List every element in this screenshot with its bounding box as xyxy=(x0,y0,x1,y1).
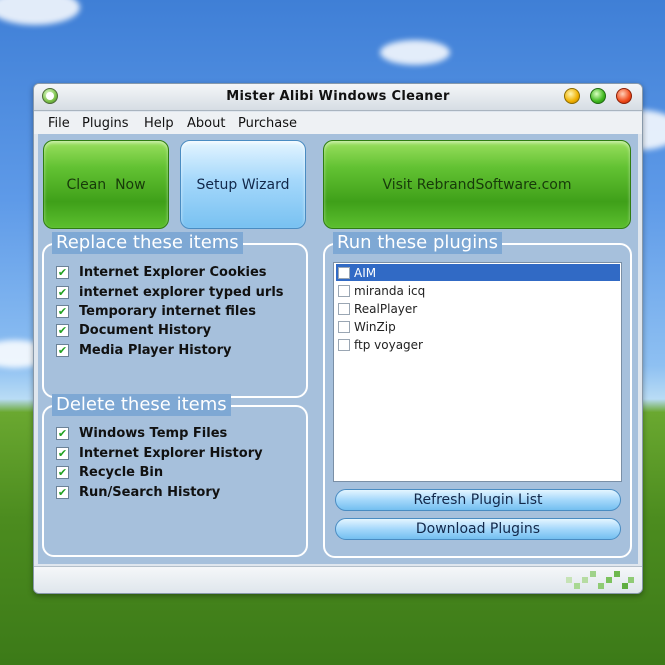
menu-purchase[interactable]: Purchase xyxy=(238,116,297,131)
status-bar xyxy=(34,566,642,593)
setup-wizard-button[interactable]: Setup Wizard xyxy=(180,140,306,229)
background-cloud xyxy=(0,0,80,25)
delete-item[interactable]: ✔ Run/Search History xyxy=(56,483,220,501)
title-bar[interactable]: Mister Alibi Windows Cleaner xyxy=(34,84,642,111)
plugin-checkbox[interactable] xyxy=(338,338,350,351)
plugin-item[interactable]: miranda icq xyxy=(336,282,620,299)
plugins-title: Run these plugins xyxy=(333,232,502,254)
refresh-plugin-list-button[interactable]: Refresh Plugin List xyxy=(335,489,621,511)
delete-item-label: Windows Temp Files xyxy=(79,425,228,441)
clean-now-button[interactable]: Clean Now xyxy=(43,140,169,229)
delete-item[interactable]: ✔ Recycle Bin xyxy=(56,463,163,481)
plugin-item[interactable]: RealPlayer xyxy=(336,300,620,317)
delete-items-title: Delete these items xyxy=(52,394,231,416)
plugin-checkbox[interactable] xyxy=(338,302,350,315)
replace-item-label: Document History xyxy=(79,322,212,338)
window-title: Mister Alibi Windows Cleaner xyxy=(226,89,450,104)
visit-website-button[interactable]: Visit RebrandSoftware.com xyxy=(323,140,631,229)
replace-item-label: Media Player History xyxy=(79,342,232,358)
plugin-item[interactable]: AIM xyxy=(336,264,620,281)
replace-item[interactable]: ✔ Media Player History xyxy=(56,341,232,359)
replace-item-label: Temporary internet files xyxy=(79,303,256,319)
minimize-icon[interactable] xyxy=(564,88,580,104)
menu-help[interactable]: Help xyxy=(144,116,174,131)
replace-item[interactable]: ✔ Temporary internet files xyxy=(56,302,256,320)
checkbox-checked[interactable]: ✔ xyxy=(56,446,69,460)
replace-item[interactable]: ✔ Document History xyxy=(56,321,211,339)
maximize-icon[interactable] xyxy=(590,88,606,104)
delete-item-label: Internet Explorer History xyxy=(79,445,263,461)
plugin-item-label: ftp voyager xyxy=(354,337,423,352)
plugin-item[interactable]: ftp voyager xyxy=(336,336,620,353)
replace-items-group: Replace these items ✔ Internet Explorer C… xyxy=(42,232,308,398)
checkbox-checked[interactable]: ✔ xyxy=(56,265,69,279)
plugin-checkbox[interactable] xyxy=(338,284,350,297)
main-panel: Clean Now Setup Wizard Visit RebrandSoft… xyxy=(38,134,638,564)
checkbox-checked[interactable]: ✔ xyxy=(56,426,69,440)
replace-item-label: internet explorer typed urls xyxy=(79,284,284,300)
menu-about[interactable]: About xyxy=(187,116,225,131)
checkbox-checked[interactable]: ✔ xyxy=(56,485,69,499)
checkbox-checked[interactable]: ✔ xyxy=(56,465,69,479)
resize-grip-icon[interactable] xyxy=(566,571,636,589)
checkbox-checked[interactable]: ✔ xyxy=(56,343,69,357)
plugin-item-label: miranda icq xyxy=(354,283,426,298)
checkbox-checked[interactable]: ✔ xyxy=(56,285,69,299)
replace-item[interactable]: ✔ Internet Explorer Cookies xyxy=(56,263,267,281)
plugin-checkbox[interactable] xyxy=(338,266,350,279)
checkbox-checked[interactable]: ✔ xyxy=(56,323,69,337)
plugin-list[interactable]: AIM miranda icq RealPlayer WinZip ftp vo… xyxy=(333,262,622,482)
menu-file[interactable]: File xyxy=(48,116,70,131)
close-icon[interactable] xyxy=(616,88,632,104)
replace-item[interactable]: ✔ internet explorer typed urls xyxy=(56,283,284,301)
plugin-item-label: AIM xyxy=(354,265,377,280)
replace-items-title: Replace these items xyxy=(52,232,243,254)
plugin-checkbox[interactable] xyxy=(338,320,350,333)
delete-item-label: Recycle Bin xyxy=(79,464,164,480)
menu-plugins[interactable]: Plugins xyxy=(82,116,129,131)
delete-item-label: Run/Search History xyxy=(79,484,221,500)
app-window: Mister Alibi Windows Cleaner File Plugin… xyxy=(33,83,643,594)
plugin-item[interactable]: WinZip xyxy=(336,318,620,335)
plugin-item-label: WinZip xyxy=(354,319,396,334)
replace-item-label: Internet Explorer Cookies xyxy=(79,264,267,280)
background-cloud xyxy=(380,40,450,65)
checkbox-checked[interactable]: ✔ xyxy=(56,304,69,318)
download-plugins-button[interactable]: Download Plugins xyxy=(335,518,621,540)
delete-item[interactable]: ✔ Internet Explorer History xyxy=(56,444,263,462)
delete-items-group: Delete these items ✔ Windows Temp Files ✔… xyxy=(42,394,308,557)
plugin-item-label: RealPlayer xyxy=(354,301,418,316)
menu-bar: File Plugins Help About Purchase xyxy=(34,112,642,134)
plugins-group: Run these plugins AIM miranda icq RealPl… xyxy=(323,232,632,558)
delete-item[interactable]: ✔ Windows Temp Files xyxy=(56,424,227,442)
